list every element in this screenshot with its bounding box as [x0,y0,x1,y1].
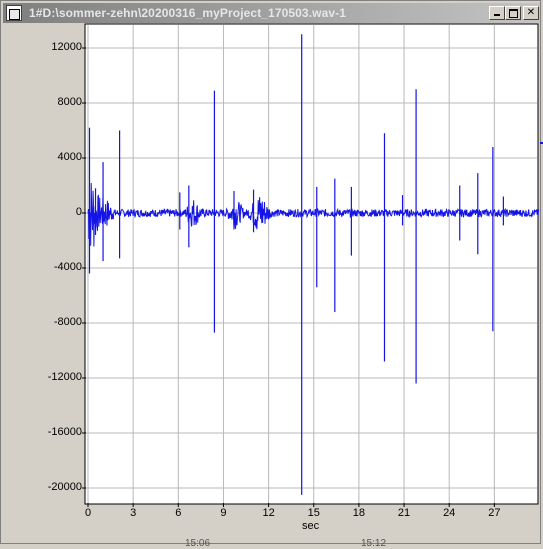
x-tick-label: 6 [175,507,182,519]
x-tick-label: 21 [397,507,411,519]
x-tick-label: 27 [488,507,501,519]
y-tick-label: -8000 [53,316,82,328]
x-axis-label: sec [302,520,320,532]
x-tick-label: 18 [352,507,366,519]
x-tick-label: 3 [130,507,137,519]
y-tick-label: 8000 [57,96,82,108]
waveform-chart[interactable] [0,0,543,548]
y-tick-label: -4000 [53,261,82,273]
time-label-1: 15:06 [185,538,211,549]
y-tick-label: -16000 [47,426,82,438]
x-tick-label: 24 [443,507,456,519]
plot-area [84,23,539,505]
x-tick-label: 9 [220,507,227,519]
y-tick-label: 0 [75,206,82,218]
time-label-2: 15:12 [361,538,387,549]
y-tick-label: -12000 [47,371,82,383]
y-tick-label: 4000 [57,151,82,163]
x-tick-label: 12 [262,507,275,519]
x-tick-label: 0 [84,507,92,519]
y-tick-label: -20000 [47,481,82,493]
y-tick-label: 12000 [51,41,82,53]
x-tick-label: 15 [307,507,320,519]
